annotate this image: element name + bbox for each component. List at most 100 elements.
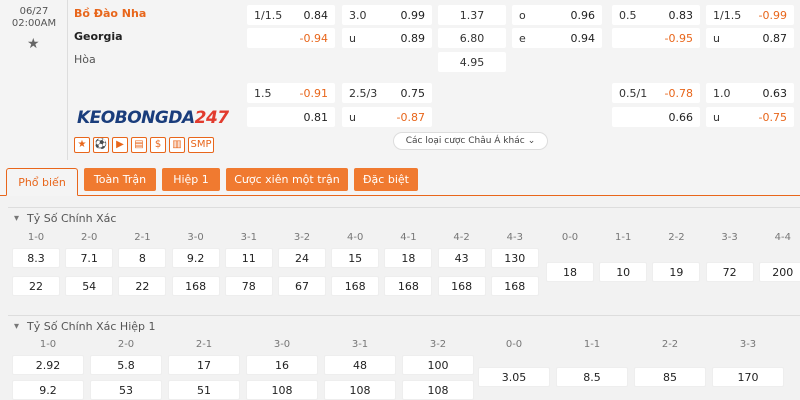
h1-ou-over-odds[interactable]: 1/1.5 -0.99 [706,5,794,25]
match-block: 06/27 02:00AM ★ Bồ Đào Nha Georgia Hòa K… [0,0,800,160]
h1-ou-under-odds[interactable]: u 0.87 [706,28,794,48]
draw-score-label: 3-3 [739,339,757,350]
ou-under-odds[interactable]: u 0.89 [342,28,432,48]
away-score-odds[interactable]: 168 [384,276,433,296]
odd-odds[interactable]: o 0.96 [512,5,602,25]
ah-home-odds-2[interactable]: 1.5 -0.91 [247,83,335,103]
1x2-home-odds[interactable]: 1.37 [438,5,506,25]
home-score-odds[interactable]: 130 [490,248,539,268]
away-score-odds[interactable]: 108 [402,380,474,400]
home-score-odds[interactable]: 8.3 [12,248,60,268]
score-label: 2-1 [195,339,213,350]
h1-ah-home-odds-2[interactable]: 0.5/1 -0.78 [612,83,700,103]
h1-ah-away-odds-2[interactable]: 0.66 [612,107,700,127]
home-score-odds[interactable]: 48 [324,355,396,375]
score-label: 3-2 [293,232,311,243]
home-score-odds[interactable]: 2.92 [12,355,84,375]
away-score-odds[interactable]: 168 [171,276,220,296]
draw-score-odds[interactable]: 18 [546,262,594,282]
home-score-odds[interactable]: 8 [118,248,167,268]
dollar-icon[interactable]: $ [150,137,166,153]
play-icon[interactable]: ▶ [112,137,128,153]
draw-score-odds[interactable]: 200 [758,262,800,282]
match-stats-icon[interactable]: ⚽ [93,137,109,153]
home-score-odds[interactable]: 43 [437,248,486,268]
tab-popular[interactable]: Phổ biến [6,168,78,196]
home-score-odds[interactable]: 16 [246,355,318,375]
chart-icon[interactable]: ▥ [169,137,185,153]
tab-same-game-parlay[interactable]: Cược xiên một trận [226,168,348,191]
home-score-odds[interactable]: 15 [331,248,380,268]
draw-score-label: 1-1 [615,232,632,243]
h1-ou-under-odds-2[interactable]: u -0.75 [706,107,794,127]
ou-over-odds-2[interactable]: 2.5/3 0.75 [342,83,432,103]
1x2-draw-odds[interactable]: 4.95 [438,52,506,72]
draw-label: Hòa [74,53,96,66]
ah-home-odds[interactable]: 1/1.5 0.84 [247,5,335,25]
away-score-odds[interactable]: 53 [90,380,162,400]
market-tabs: Phổ biến Toàn Trận Hiệp 1 Cược xiên một … [0,160,800,196]
ou-over-odds[interactable]: 3.0 0.99 [342,5,432,25]
match-time: 02:00AM [11,18,57,29]
h1-ah-away-odds[interactable]: -0.95 [612,28,700,48]
favorite-icon[interactable]: ★ [74,137,90,153]
score-label: 3-1 [240,232,257,243]
match-time-column: 06/27 02:00AM ★ [0,0,68,160]
home-score-odds[interactable]: 7.1 [65,248,114,268]
draw-score-odds[interactable]: 85 [634,367,706,387]
tab-special[interactable]: Đặc biệt [354,168,418,191]
away-score-odds[interactable]: 67 [278,276,326,296]
draw-score-odds[interactable]: 72 [705,262,754,282]
list-icon[interactable]: ▤ [131,137,147,153]
score-label: 4-0 [347,232,364,243]
away-score-odds[interactable]: 51 [168,380,240,400]
score-label: 3-1 [351,339,369,350]
home-score-odds[interactable]: 18 [384,248,433,268]
away-team-name: Georgia [74,30,123,43]
smp-button[interactable]: SMP [188,137,214,153]
draw-score-odds[interactable]: 19 [652,262,701,282]
away-score-odds[interactable]: 168 [331,276,380,296]
correct-score-header[interactable]: ▾ Tỷ Số Chính Xác [8,207,800,229]
site-logo: KEOBONGDA247 [77,108,229,128]
away-score-odds[interactable]: 22 [12,276,60,296]
ah-away-odds[interactable]: -0.94 [247,28,335,48]
away-score-odds[interactable]: 78 [224,276,273,296]
away-score-odds[interactable]: 168 [490,276,539,296]
away-score-odds[interactable]: 22 [118,276,167,296]
home-score-odds[interactable]: 9.2 [171,248,220,268]
h1-ou-over-odds-2[interactable]: 1.0 0.63 [706,83,794,103]
draw-score-odds[interactable]: 3.05 [478,367,550,387]
away-score-odds[interactable]: 54 [65,276,114,296]
even-odds[interactable]: e 0.94 [512,28,602,48]
away-score-odds[interactable]: 108 [324,380,396,400]
home-score-odds[interactable]: 24 [278,248,326,268]
match-datetime: 06/27 02:00AM [0,6,68,30]
first-half-correct-score-header[interactable]: ▾ Tỷ Số Chính Xác Hiệp 1 [8,315,800,337]
ah-away-odds-2[interactable]: 0.81 [247,107,335,127]
draw-score-label: 0-0 [561,232,579,243]
score-label: 2-1 [134,232,151,243]
match-date: 06/27 [19,6,49,17]
1x2-away-odds[interactable]: 6.80 [438,28,506,48]
score-label: 2-0 [81,232,98,243]
home-score-odds[interactable]: 5.8 [90,355,162,375]
score-label: 4-1 [400,232,417,243]
tab-full-time[interactable]: Toàn Trận [84,168,156,191]
tab-first-half[interactable]: Hiệp 1 [162,168,220,191]
draw-score-odds[interactable]: 170 [712,367,784,387]
home-score-odds[interactable]: 11 [224,248,273,268]
home-score-odds[interactable]: 17 [168,355,240,375]
score-label: 1-0 [27,232,45,243]
favorite-star-icon[interactable]: ★ [27,36,40,52]
more-asian-odds-button[interactable]: Các loại cược Châu Á khác ⌄ [393,132,548,150]
draw-score-label: 2-2 [668,232,685,243]
draw-score-odds[interactable]: 10 [599,262,648,282]
away-score-odds[interactable]: 9.2 [12,380,84,400]
ou-under-odds-2[interactable]: u -0.87 [342,107,432,127]
draw-score-odds[interactable]: 8.5 [556,367,628,387]
h1-ah-home-odds[interactable]: 0.5 0.83 [612,5,700,25]
away-score-odds[interactable]: 168 [437,276,486,296]
away-score-odds[interactable]: 108 [246,380,318,400]
home-score-odds[interactable]: 100 [402,355,474,375]
